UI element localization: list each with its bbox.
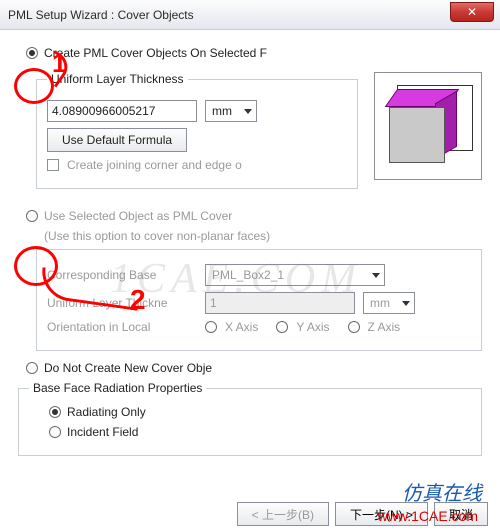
joining-checkbox[interactable] <box>47 159 59 171</box>
watermark-brand: 仿真在线 <box>402 477 482 506</box>
window-title: PML Setup Wizard : Cover Objects <box>8 8 194 22</box>
radio-use-selected[interactable]: Use Selected Object as PML Cover <box>26 209 482 223</box>
radio-icon <box>348 321 360 333</box>
orientation-label: Orientation in Local <box>47 320 197 334</box>
watermark-center: 1CAE.COM <box>110 255 362 303</box>
thickness-input[interactable] <box>47 100 197 122</box>
axis-x-label: X Axis <box>225 320 258 334</box>
back-button-label: < 上一步(B) <box>252 506 314 523</box>
radio-create-cover-label: Create PML Cover Objects On Selected F <box>44 46 267 60</box>
incident-field-label: Incident Field <box>67 425 138 439</box>
thickness-unit-value: mm <box>212 104 232 118</box>
radio-icon <box>49 426 61 438</box>
radio-icon <box>276 321 288 333</box>
chevron-down-icon <box>372 273 380 278</box>
radio-icon <box>26 47 38 59</box>
group-uniform-thickness: Uniform Layer Thickness mm Use Default F… <box>36 72 358 189</box>
radio-radiating-only[interactable]: Radiating Only <box>49 405 471 419</box>
use-default-formula-button[interactable]: Use Default Formula <box>47 128 187 152</box>
group-uniform-thickness-title: Uniform Layer Thickness <box>47 72 188 86</box>
use-default-formula-label: Use Default Formula <box>62 133 172 147</box>
preview-box <box>374 72 482 180</box>
close-button[interactable]: ✕ <box>450 2 494 22</box>
radio-do-not-create[interactable]: Do Not Create New Cover Obje <box>26 361 482 375</box>
radio-incident-field[interactable]: Incident Field <box>49 425 471 439</box>
uniform-thickness-unit-value: mm <box>370 296 390 310</box>
chevron-down-icon <box>244 109 252 114</box>
group-base-face: Base Face Radiation Properties Radiating… <box>18 381 482 456</box>
use-selected-note: (Use this option to cover non-planar fac… <box>44 229 482 243</box>
radio-icon <box>49 406 61 418</box>
cube-front-face <box>389 107 445 163</box>
radio-icon <box>26 210 38 222</box>
uniform-thickness-unit-select: mm <box>363 292 415 314</box>
titlebar: PML Setup Wizard : Cover Objects ✕ <box>0 0 500 30</box>
client-area: Create PML Cover Objects On Selected F U… <box>0 30 500 474</box>
chevron-down-icon <box>402 301 410 306</box>
radio-icon <box>205 321 217 333</box>
thickness-unit-select[interactable]: mm <box>205 100 257 122</box>
radio-create-cover[interactable]: Create PML Cover Objects On Selected F <box>26 46 482 60</box>
radio-icon <box>26 362 38 374</box>
axis-z-label: Z Axis <box>368 320 401 334</box>
back-button: < 上一步(B) <box>237 502 329 526</box>
joining-label: Create joining corner and edge o <box>67 158 242 172</box>
axis-y-label: Y Axis <box>296 320 329 334</box>
radiating-only-label: Radiating Only <box>67 405 146 419</box>
close-icon: ✕ <box>467 5 477 19</box>
watermark-url: www.1CAE.com <box>378 508 478 524</box>
group-base-face-title: Base Face Radiation Properties <box>29 381 206 395</box>
radio-do-not-create-label: Do Not Create New Cover Obje <box>44 361 212 375</box>
radio-use-selected-label: Use Selected Object as PML Cover <box>44 209 232 223</box>
